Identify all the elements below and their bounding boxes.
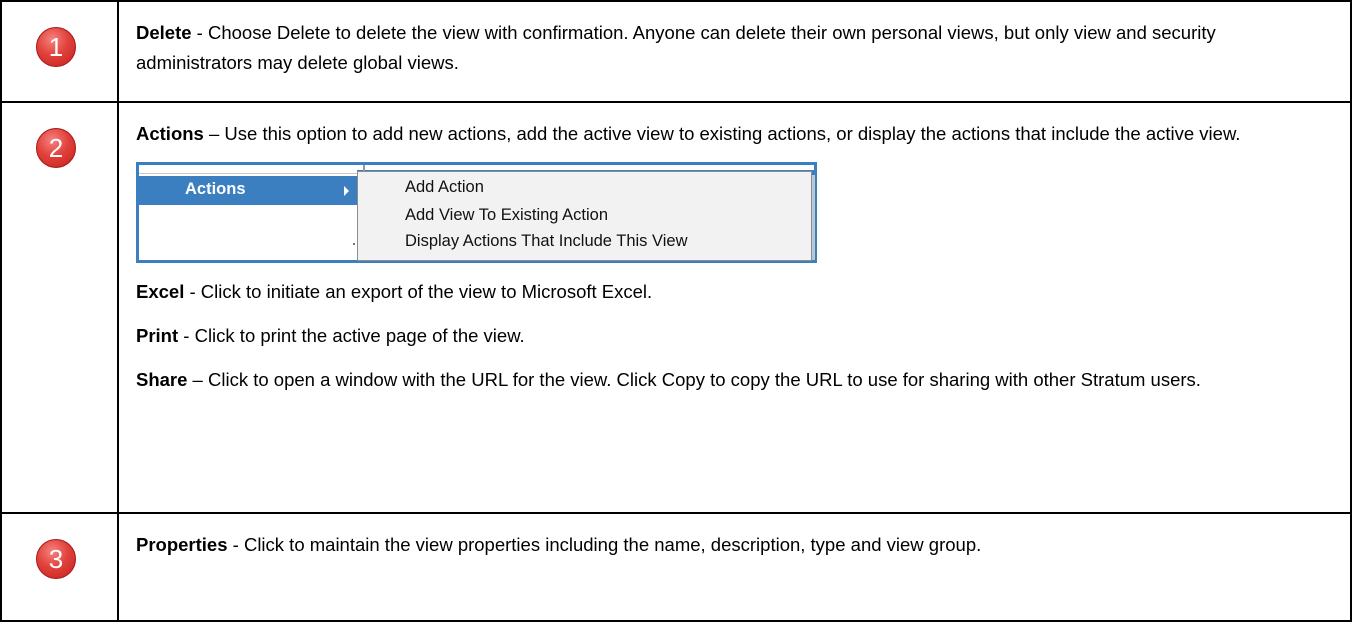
actions-submenu: Add Action Add View To Existing Action D… bbox=[357, 171, 815, 261]
menu-strip-top bbox=[357, 165, 814, 171]
menu-separator-dot bbox=[353, 243, 355, 245]
actions-menu-screenshot: Actions Add Action Add View To Existing … bbox=[136, 162, 817, 263]
print-description: Print - Click to print the active page o… bbox=[136, 321, 1334, 351]
properties-description: Properties - Click to maintain the view … bbox=[136, 530, 1334, 560]
description-cell: Properties - Click to maintain the view … bbox=[117, 512, 1352, 622]
step-number-badge: 1 bbox=[36, 27, 76, 67]
excel-text: - Click to initiate an export of the vie… bbox=[184, 281, 653, 302]
submenu-shadow bbox=[812, 175, 815, 260]
term-properties: Properties bbox=[136, 534, 228, 555]
excel-description: Excel - Click to initiate an export of t… bbox=[136, 277, 1334, 307]
delete-text: - Choose Delete to delete the view with … bbox=[136, 22, 1216, 73]
number-cell: 2 bbox=[0, 101, 119, 514]
submenu-arrow-icon bbox=[344, 186, 349, 196]
delete-description: Delete - Choose Delete to delete the vie… bbox=[136, 18, 1334, 78]
menu-item-actions-label: Actions bbox=[185, 180, 246, 198]
submenu-item-add-action[interactable]: Add Action bbox=[405, 178, 484, 197]
menu-item-actions[interactable]: Actions bbox=[139, 176, 357, 205]
share-text: – Click to open a window with the URL fo… bbox=[187, 369, 1201, 390]
number-cell: 3 bbox=[0, 512, 119, 622]
table-row: 1 Delete - Choose Delete to delete the v… bbox=[0, 0, 1352, 103]
menu-item-above bbox=[139, 165, 357, 174]
step-number-badge: 3 bbox=[36, 539, 76, 579]
actions-description: Actions – Use this option to add new act… bbox=[136, 119, 1334, 149]
term-print: Print bbox=[136, 325, 179, 346]
term-delete: Delete bbox=[136, 22, 192, 43]
submenu-item-display-actions[interactable]: Display Actions That Include This View bbox=[405, 232, 687, 251]
term-excel: Excel bbox=[136, 281, 185, 302]
share-description: Share – Click to open a window with the … bbox=[136, 365, 1334, 395]
description-cell: Delete - Choose Delete to delete the vie… bbox=[117, 0, 1352, 103]
step-number-badge: 2 bbox=[36, 128, 76, 168]
table-row: 3 Properties - Click to maintain the vie… bbox=[0, 512, 1352, 622]
term-actions: Actions bbox=[136, 123, 204, 144]
instruction-table: 1 Delete - Choose Delete to delete the v… bbox=[0, 0, 1352, 622]
actions-text: – Use this option to add new actions, ad… bbox=[203, 123, 1241, 144]
table-row: 2 Actions – Use this option to add new a… bbox=[0, 101, 1352, 514]
term-share: Share bbox=[136, 369, 188, 390]
submenu-item-add-view-to-existing-action[interactable]: Add View To Existing Action bbox=[405, 206, 608, 225]
number-cell: 1 bbox=[0, 0, 119, 103]
print-text: - Click to print the active page of the … bbox=[178, 325, 525, 346]
properties-text: - Click to maintain the view properties … bbox=[227, 534, 982, 555]
context-menu: Actions bbox=[139, 165, 357, 260]
description-cell: Actions – Use this option to add new act… bbox=[117, 101, 1352, 514]
